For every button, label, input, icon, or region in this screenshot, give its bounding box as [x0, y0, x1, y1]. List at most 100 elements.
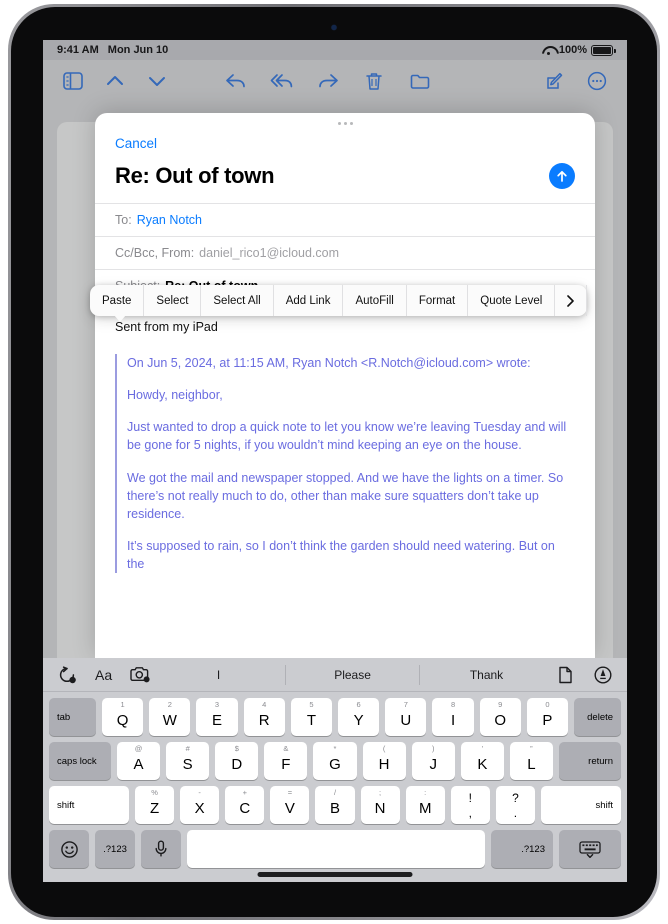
key-o-label: O — [494, 712, 507, 729]
key-f[interactable]: & F — [264, 742, 308, 780]
key-t-label: T — [306, 712, 316, 729]
ipad-device-frame: 9:41 AM Mon Jun 10 100% Cancel Re: Out o… — [8, 4, 660, 920]
menu-item-add-link[interactable]: Add Link — [274, 285, 344, 316]
cancel-button[interactable]: Cancel — [115, 136, 157, 151]
key-z[interactable]: % Z — [135, 786, 175, 824]
menu-item-quote-level[interactable]: Quote Level — [468, 285, 556, 316]
key-numeric-left[interactable]: .?123 — [95, 830, 135, 868]
key-l[interactable]: ” L — [509, 742, 553, 780]
key-a-label: A — [133, 756, 144, 773]
field-to-value[interactable]: Ryan Notch — [137, 213, 202, 227]
emoji-icon — [60, 840, 78, 858]
key-d-label: D — [231, 756, 243, 773]
hide-keyboard-icon — [579, 840, 601, 858]
key-d[interactable]: $ D — [215, 742, 259, 780]
key-c[interactable]: + C — [225, 786, 265, 824]
send-button[interactable] — [549, 163, 575, 189]
key-g-sub: * — [333, 744, 337, 753]
key-emoji[interactable] — [49, 830, 89, 868]
key-v[interactable]: = V — [270, 786, 310, 824]
markup-pen-icon[interactable] — [591, 663, 615, 687]
field-ccbcc-from[interactable]: Cc/Bcc, From: daniel_rico1@icloud.com — [95, 236, 595, 269]
key-f-sub: & — [283, 744, 289, 753]
keyboard-row-2: caps lock @ A # S $ D & F * G (H ) J ’ K ” L ret… — [43, 742, 627, 780]
key-p-sub: 0 — [545, 700, 550, 709]
home-indicator[interactable] — [257, 872, 413, 877]
suggestion-1[interactable]: I — [152, 664, 287, 685]
key-t[interactable]: 5T — [290, 698, 333, 736]
key-hide-keyboard[interactable] — [559, 830, 621, 868]
key-tab[interactable]: tab — [49, 698, 96, 736]
key-o[interactable]: 9O — [479, 698, 521, 736]
key-r[interactable]: 4R — [243, 698, 285, 736]
key-q[interactable]: 1Q — [102, 698, 144, 736]
key-shift-right[interactable]: shift — [540, 786, 621, 824]
key-shift-left[interactable]: shift — [49, 786, 129, 824]
key-u[interactable]: 7U — [385, 698, 427, 736]
key-delete[interactable]: delete — [574, 698, 622, 736]
key-j-sub: ) — [431, 744, 435, 753]
key-x-label: X — [194, 800, 205, 817]
menu-item-select-all[interactable]: Select All — [201, 285, 274, 316]
key-w[interactable]: 2W — [149, 698, 191, 736]
key-comma[interactable]: ! , — [450, 786, 490, 824]
menu-item-select[interactable]: Select — [144, 285, 202, 316]
camera-icon[interactable] — [128, 663, 152, 687]
sheet-grabber-handle[interactable] — [95, 113, 595, 133]
menu-item-format[interactable]: Format — [407, 285, 469, 316]
key-space[interactable] — [187, 830, 485, 868]
key-y-label: Y — [353, 712, 364, 729]
key-b[interactable]: / B — [315, 786, 355, 824]
key-m[interactable]: :M — [405, 786, 445, 824]
text-format-icon[interactable]: Aa — [95, 667, 112, 683]
key-k[interactable]: ’ K — [460, 742, 504, 780]
suggestion-2[interactable]: Please — [286, 664, 421, 685]
keyboard-row-1: tab 1Q 2W 3E 4R 5T 6Y 7U 8I 9O 0P delete — [43, 698, 627, 736]
key-m-sub: : — [424, 788, 427, 797]
key-j-label: J — [429, 756, 437, 773]
suggestion-3[interactable]: Thank — [420, 665, 553, 685]
key-k-sub: ’ — [481, 744, 484, 753]
key-period[interactable]: ? . — [495, 786, 535, 824]
undo-icon[interactable] — [55, 663, 79, 687]
onscreen-keyboard: Aa I Please Thank tab 1 Q 2 W 3 E 4 R 5 … — [43, 658, 627, 882]
menu-pointer-tail — [114, 315, 126, 322]
key-i-sub: 8 — [450, 700, 456, 709]
key-a[interactable]: @ A — [117, 742, 161, 780]
key-c-label: C — [239, 800, 251, 817]
key-return[interactable]: return — [558, 742, 621, 780]
compose-sheet: Cancel Re: Out of town To: Ryan Notch Cc… — [95, 113, 595, 658]
key-caps-lock[interactable]: caps lock — [49, 742, 111, 780]
document-icon[interactable] — [553, 663, 577, 687]
key-p[interactable]: 0P — [526, 698, 569, 736]
menu-more-button[interactable] — [555, 285, 588, 316]
field-to[interactable]: To: Ryan Notch — [95, 203, 595, 236]
key-h[interactable]: (H — [362, 742, 406, 780]
key-z-sub: % — [151, 788, 158, 797]
menu-item-autofill[interactable]: AutoFill — [343, 285, 407, 316]
key-g[interactable]: * G — [313, 742, 357, 780]
key-n[interactable]: ; N — [360, 786, 400, 824]
message-body[interactable]: Sent from my iPad On Jun 5, 2024, at 11:… — [95, 302, 595, 574]
key-numeric-right[interactable]: .?123 — [491, 830, 553, 868]
send-arrow-up-icon — [557, 170, 567, 182]
field-from-value[interactable]: daniel_rico1@icloud.com — [199, 246, 339, 260]
key-x-sub: - — [198, 788, 201, 797]
key-f-label: F — [281, 756, 291, 773]
key-y[interactable]: 6Y — [338, 698, 380, 736]
key-i[interactable]: 8I — [432, 698, 474, 736]
key-x[interactable]: -X — [180, 786, 220, 824]
key-microphone[interactable] — [141, 830, 181, 868]
keyboard-row-4: .?123 .?123 — [43, 830, 627, 868]
menu-item-paste[interactable]: Paste — [90, 285, 145, 316]
front-camera-icon — [331, 25, 337, 30]
key-w-label: W — [162, 712, 177, 729]
key-n-sub: ; — [379, 788, 382, 797]
field-to-label: To: — [115, 213, 132, 227]
key-e[interactable]: 3E — [196, 698, 238, 736]
microphone-icon — [155, 840, 167, 857]
key-k-label: K — [477, 756, 488, 773]
key-r-label: R — [258, 712, 270, 729]
key-j[interactable]: ) J — [411, 742, 455, 780]
key-s[interactable]: # S — [166, 742, 210, 780]
